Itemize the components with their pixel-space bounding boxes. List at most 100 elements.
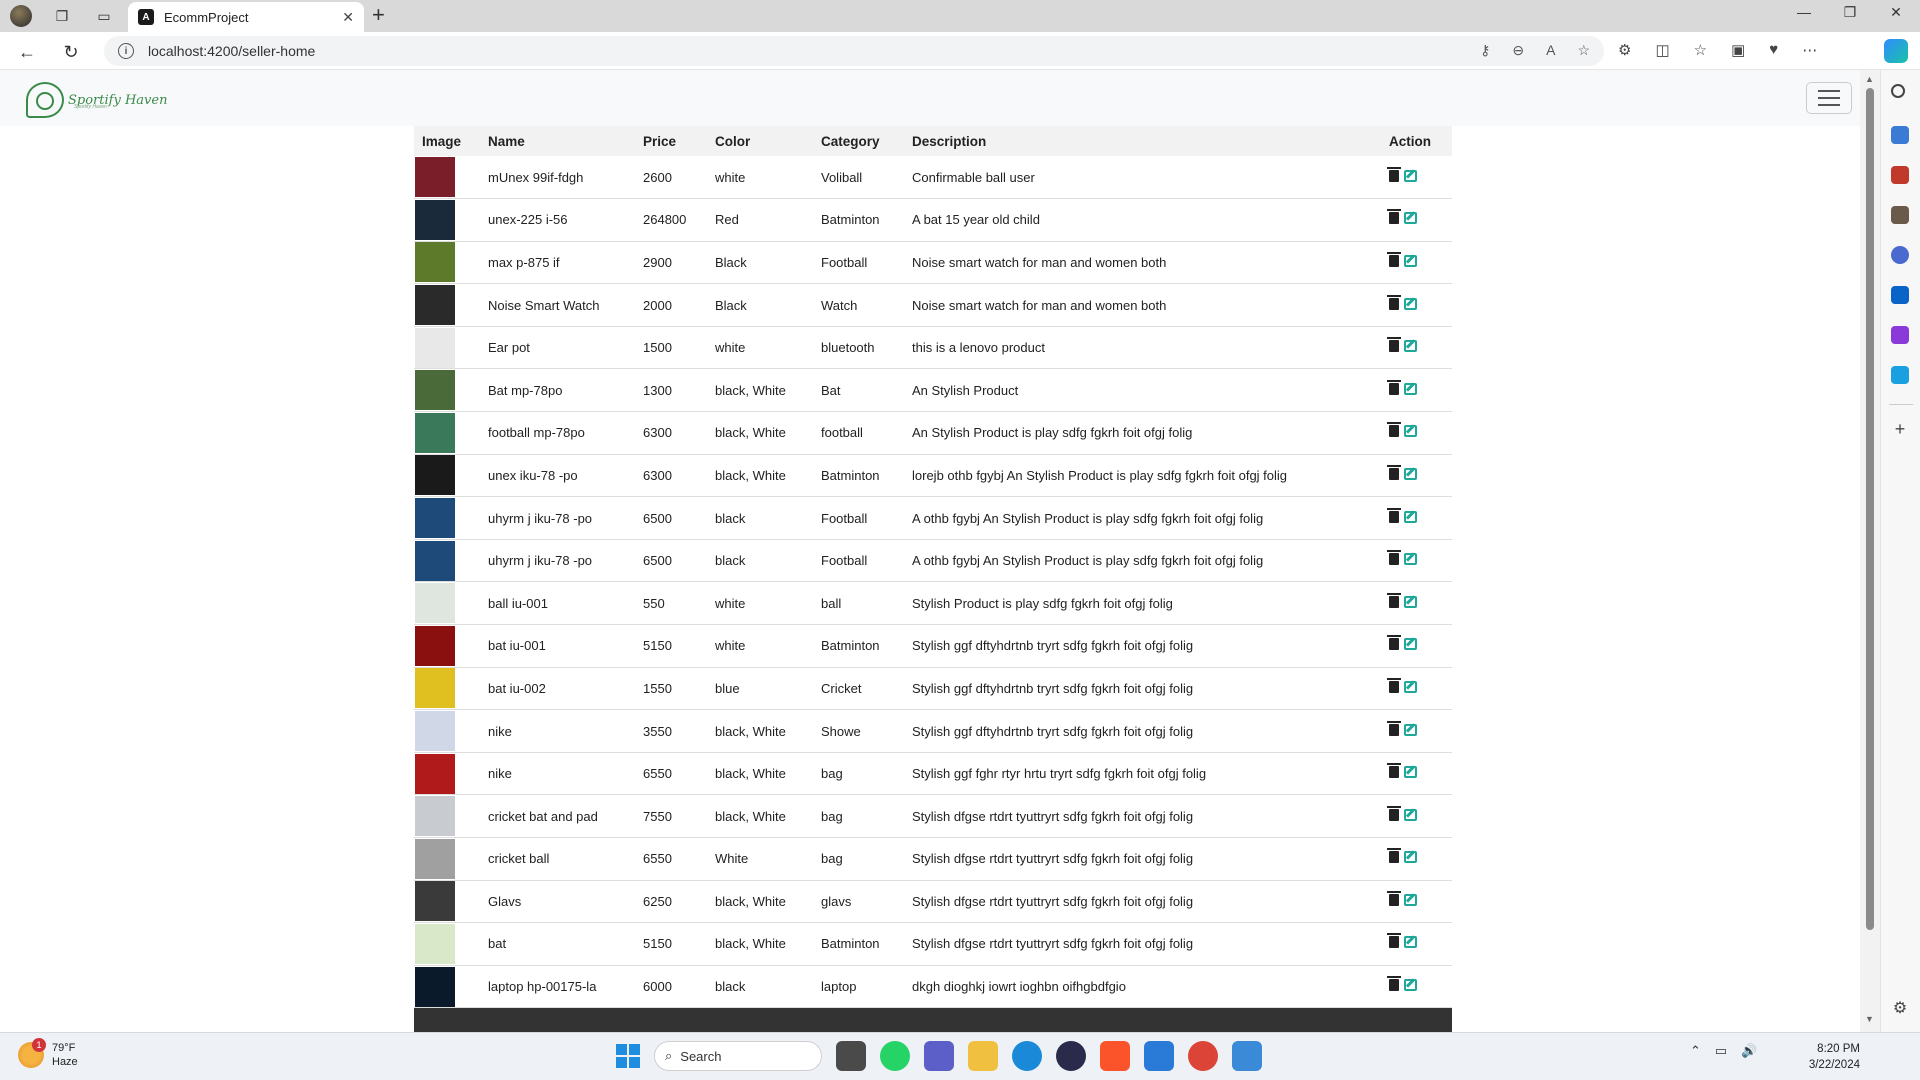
refresh-icon[interactable]: ↻ [58,39,84,65]
product-category: Batminton [813,922,904,966]
more-options-icon[interactable]: ⋯ [1802,41,1817,59]
delete-icon[interactable] [1387,379,1401,395]
read-aloud-icon[interactable]: A [1546,42,1555,59]
weather-widget[interactable]: 1 79°F Haze [18,1038,78,1069]
new-tab-button[interactable]: + [372,4,385,26]
delete-icon[interactable] [1387,251,1401,267]
page-scrollbar[interactable]: ▲ ▼ [1860,70,1880,1032]
delete-icon[interactable] [1387,464,1401,480]
favorite-star-icon[interactable]: ☆ [1577,42,1590,59]
drop-icon[interactable] [1891,366,1909,384]
close-window-icon[interactable]: ✕ [1876,4,1916,21]
azure-data-studio-icon[interactable] [1232,1041,1262,1071]
profile-avatar[interactable] [10,5,32,27]
shopping-tag-icon[interactable] [1891,126,1909,144]
edit-icon[interactable] [1404,382,1417,395]
favorites-icon[interactable]: ☆ [1694,41,1707,59]
back-icon[interactable]: ← [14,39,40,65]
add-sidebar-app-icon[interactable]: + [1891,420,1909,438]
edit-icon[interactable] [1404,467,1417,480]
delete-icon[interactable] [1387,890,1401,906]
taskbar-search[interactable]: ⌕ Search [654,1041,822,1071]
outlook-icon[interactable] [1891,286,1909,304]
sidebar-settings-icon[interactable]: ⚙ [1891,1000,1909,1018]
edit-icon[interactable] [1404,425,1417,438]
delete-icon[interactable] [1387,550,1401,566]
scroll-down-icon[interactable]: ▼ [1865,1014,1874,1024]
tab-ecommproject[interactable]: A EcommProject ✕ [128,2,364,32]
delete-icon[interactable] [1387,294,1401,310]
taskbar-clock[interactable]: 8:20 PM 3/22/2024 [1778,1041,1860,1073]
eclipse-icon[interactable] [1056,1041,1086,1071]
edit-icon[interactable] [1404,808,1417,821]
close-tab-icon[interactable]: ✕ [342,9,354,26]
edit-icon[interactable] [1404,723,1417,736]
edit-icon[interactable] [1404,893,1417,906]
delete-icon[interactable] [1387,422,1401,438]
split-screen-icon[interactable]: ◫ [1655,41,1669,59]
product-category: Football [813,539,904,583]
search-icon[interactable] [1891,84,1905,98]
edit-icon[interactable] [1404,297,1417,310]
windows-start-icon[interactable] [616,1044,640,1068]
delete-icon[interactable] [1387,763,1401,779]
microsoft-365-icon[interactable] [1891,246,1909,264]
extensions-icon[interactable]: ⚙ [1618,41,1631,59]
password-key-icon[interactable]: ⚷ [1480,42,1490,59]
network-icon[interactable]: ▭ [1715,1043,1727,1059]
edit-icon[interactable] [1404,979,1417,992]
restore-icon[interactable]: ❐ [1830,4,1870,21]
edit-icon[interactable] [1404,169,1417,182]
scroll-up-icon[interactable]: ▲ [1865,74,1874,84]
address-bar[interactable]: i localhost:4200/seller-home ⚷ ⊖ A ☆ [104,36,1604,66]
edit-icon[interactable] [1404,766,1417,779]
edit-icon[interactable] [1404,212,1417,225]
edit-icon[interactable] [1404,936,1417,949]
hamburger-menu-button[interactable] [1806,82,1852,114]
delete-icon[interactable] [1387,933,1401,949]
task-view-icon[interactable] [836,1041,866,1071]
copilot-icon[interactable] [1884,39,1908,63]
games-icon[interactable] [1891,206,1909,224]
delete-icon[interactable] [1387,209,1401,225]
browser-essentials-icon[interactable]: ♥ [1769,41,1778,59]
edit-icon[interactable] [1404,553,1417,566]
brave-icon[interactable] [1100,1041,1130,1071]
chrome-icon[interactable] [1188,1041,1218,1071]
tools-icon[interactable] [1891,166,1909,184]
delete-icon[interactable] [1387,166,1401,182]
edge-icon[interactable] [1012,1041,1042,1071]
edit-icon[interactable] [1404,254,1417,267]
delete-icon[interactable] [1387,677,1401,693]
minimize-icon[interactable]: — [1784,4,1824,20]
delete-icon[interactable] [1387,635,1401,651]
delete-icon[interactable] [1387,337,1401,353]
teams-icon[interactable] [924,1041,954,1071]
delete-icon[interactable] [1387,592,1401,608]
vscode-icon[interactable] [1144,1041,1174,1071]
delete-icon[interactable] [1387,507,1401,523]
edit-icon[interactable] [1404,510,1417,523]
edit-icon[interactable] [1404,680,1417,693]
delete-icon[interactable] [1387,720,1401,736]
edit-icon[interactable] [1404,851,1417,864]
show-hidden-icons-icon[interactable]: ⌃ [1690,1043,1701,1059]
delete-icon[interactable] [1387,976,1401,992]
volume-icon[interactable]: 🔊 [1741,1043,1757,1059]
edit-icon[interactable] [1404,638,1417,651]
tab-actions-icon[interactable]: ▭ [92,4,116,28]
edit-icon[interactable] [1404,340,1417,353]
site-info-icon[interactable]: i [118,43,134,59]
delete-icon[interactable] [1387,848,1401,864]
designer-icon[interactable] [1891,326,1909,344]
scroll-thumb[interactable] [1866,88,1874,930]
file-explorer-icon[interactable] [968,1041,998,1071]
whatsapp-icon[interactable] [880,1041,910,1071]
product-description: Stylish dfgse rtdrt tyuttryrt sdfg fgkrh… [904,837,1381,881]
delete-icon[interactable] [1387,805,1401,821]
zoom-out-icon[interactable]: ⊖ [1512,42,1524,59]
brand-logo[interactable]: Sportify Haven [26,80,176,120]
workspaces-icon[interactable]: ❐ [50,4,74,28]
edit-icon[interactable] [1404,595,1417,608]
collections-icon[interactable]: ▣ [1731,41,1745,59]
